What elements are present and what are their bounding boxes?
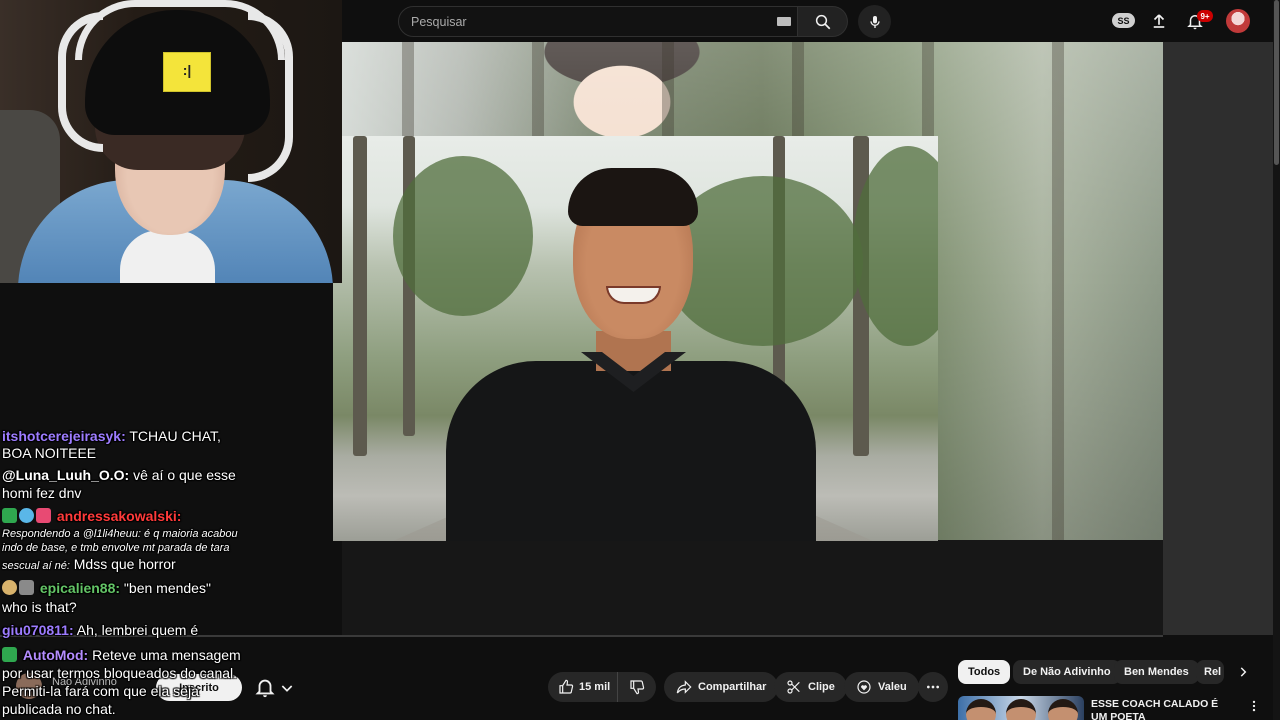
account-initials-badge[interactable]: SS bbox=[1112, 13, 1135, 28]
chat-text: BOA NOITEEE bbox=[2, 445, 97, 461]
chat-message: sescual aí né: Mdss que horror bbox=[2, 556, 176, 573]
chat-message: Permiti-la fará com que ela seja bbox=[2, 683, 199, 700]
alien-badge-icon bbox=[19, 580, 34, 595]
chat-username: AutoMod: bbox=[22, 647, 89, 663]
scrollbar-thumb[interactable] bbox=[1274, 0, 1279, 165]
user-avatar[interactable] bbox=[1226, 9, 1250, 33]
globe-badge-icon bbox=[19, 508, 34, 523]
share-button[interactable]: Compartilhar bbox=[664, 672, 779, 702]
headphone-left bbox=[58, 12, 103, 152]
chat-message: AutoMod: Reteve uma mensagem bbox=[2, 647, 241, 664]
chat-text: Ah, lembrei quem é bbox=[73, 622, 199, 638]
chat-username: giu070811: bbox=[2, 622, 74, 638]
stream-chat-overlay: itshotcerejeirasyk: TCHAU CHAT, BOA NOIT… bbox=[0, 428, 300, 720]
chat-username: andressakowalski: bbox=[56, 508, 182, 524]
chip-all[interactable]: Todos bbox=[958, 660, 1011, 684]
chat-reply: Respondendo a @l1li4heuu: é q maioria ac… bbox=[2, 528, 238, 541]
more-actions-button[interactable] bbox=[918, 672, 948, 702]
thanks-heart-icon bbox=[857, 680, 871, 694]
chat-text: por usar termos bloqueados do canal. bbox=[2, 665, 238, 681]
chat-message: @Luna_Luuh_O.O: vê aí o que esse bbox=[2, 467, 236, 484]
clip-label: Clipe bbox=[808, 681, 835, 693]
video-inset-frame bbox=[333, 136, 938, 541]
chevron-right-icon bbox=[1240, 667, 1247, 677]
search-input[interactable] bbox=[411, 7, 761, 36]
chat-message: itshotcerejeirasyk: TCHAU CHAT, bbox=[2, 428, 221, 445]
chat-message: publicada no chat. bbox=[2, 701, 116, 718]
chat-text: publicada no chat. bbox=[2, 701, 116, 717]
chip-from-channel[interactable]: De Não Adivinho bbox=[1013, 660, 1121, 684]
thanks-button[interactable]: Valeu bbox=[844, 672, 919, 702]
chat-username: epicalien88: bbox=[39, 580, 121, 596]
related-video-title[interactable]: ESSE COACH CALADO É UM POETA bbox=[1091, 698, 1231, 720]
presenter-hair bbox=[568, 168, 698, 226]
chat-username: @Luna_Luuh_O.O: bbox=[2, 467, 130, 483]
scissors-icon bbox=[787, 680, 800, 694]
chat-message: epicalien88: "ben mendes" bbox=[2, 580, 211, 597]
chat-message: andressakowalski: bbox=[2, 508, 181, 525]
thanks-label: Valeu bbox=[878, 681, 907, 693]
moderator-shield-icon bbox=[2, 647, 17, 662]
streamer-webcam: :| bbox=[0, 0, 342, 283]
chip-related[interactable]: Rel bbox=[1196, 660, 1224, 684]
chat-text: who is that? bbox=[2, 599, 77, 615]
chips-next-button[interactable] bbox=[1232, 660, 1254, 684]
chat-reply-text: sescual aí né: bbox=[2, 560, 70, 572]
chat-message: giu070811: Ah, lembrei quem é bbox=[2, 622, 198, 639]
headphone-right bbox=[248, 12, 293, 182]
share-label: Compartilhar bbox=[698, 681, 767, 693]
chip-ben-mendes[interactable]: Ben Mendes bbox=[1114, 660, 1199, 684]
chat-text: Permiti-la fará com que ela seja bbox=[2, 683, 199, 699]
tree-trunk bbox=[353, 136, 367, 456]
chat-text: TCHAU CHAT, bbox=[125, 428, 221, 444]
search-box[interactable] bbox=[398, 6, 798, 37]
upload-icon bbox=[1153, 14, 1165, 28]
chat-message: who is that? bbox=[2, 599, 77, 616]
thumbnail-face bbox=[966, 699, 996, 720]
chat-reply-text: Respondendo a @l1li4heuu: é q maioria ac… bbox=[2, 528, 238, 540]
share-icon bbox=[676, 680, 692, 694]
thumbs-up-icon bbox=[559, 679, 574, 694]
cookie-badge-icon bbox=[2, 580, 17, 595]
upload-button[interactable] bbox=[1148, 10, 1170, 32]
related-video-thumbnail[interactable] bbox=[958, 696, 1084, 720]
chat-text: vê aí o que esse bbox=[129, 467, 236, 483]
thumbnail-face bbox=[1048, 699, 1078, 720]
chat-message: homi fez dnv bbox=[2, 485, 81, 502]
like-count: 15 mil bbox=[579, 681, 611, 693]
chat-text: homi fez dnv bbox=[2, 485, 82, 501]
keyboard-icon[interactable] bbox=[777, 17, 791, 26]
chat-message: BOA NOITEEE bbox=[2, 445, 96, 462]
more-vertical-icon[interactable] bbox=[1247, 698, 1261, 714]
presenter bbox=[446, 166, 816, 541]
blurred-shirt-background bbox=[342, 540, 1163, 635]
voice-search-button[interactable] bbox=[858, 5, 891, 38]
like-dislike-group: 15 mil bbox=[548, 672, 656, 702]
player-side-dim bbox=[1163, 42, 1280, 635]
chat-reply-text: indo de base, e tmb envolve mt parada de… bbox=[2, 542, 230, 554]
dislike-button[interactable] bbox=[618, 672, 656, 702]
clip-button[interactable]: Clipe bbox=[774, 672, 847, 702]
chat-text: "ben mendes" bbox=[120, 580, 211, 596]
heart-badge-icon bbox=[36, 508, 51, 523]
chat-text: Reteve uma mensagem bbox=[88, 647, 241, 663]
search-button[interactable] bbox=[798, 6, 848, 37]
thumbs-down-icon bbox=[630, 680, 645, 695]
chat-reply: indo de base, e tmb envolve mt parada de… bbox=[2, 542, 229, 555]
chat-text: Mdss que horror bbox=[69, 556, 176, 572]
like-button[interactable]: 15 mil bbox=[548, 672, 618, 702]
chat-username: itshotcerejeirasyk: bbox=[2, 428, 126, 444]
search-icon bbox=[815, 14, 830, 29]
more-horizontal-icon bbox=[927, 685, 939, 689]
youtube-watch-page: SS 9+ N bbox=[0, 0, 1280, 720]
notification-count-badge: 9+ bbox=[1197, 10, 1213, 22]
microphone-icon bbox=[869, 15, 880, 28]
thumbnail-face bbox=[1006, 699, 1036, 720]
rocket-badge-icon bbox=[2, 508, 17, 523]
chat-message: por usar termos bloqueados do canal. bbox=[2, 665, 237, 682]
